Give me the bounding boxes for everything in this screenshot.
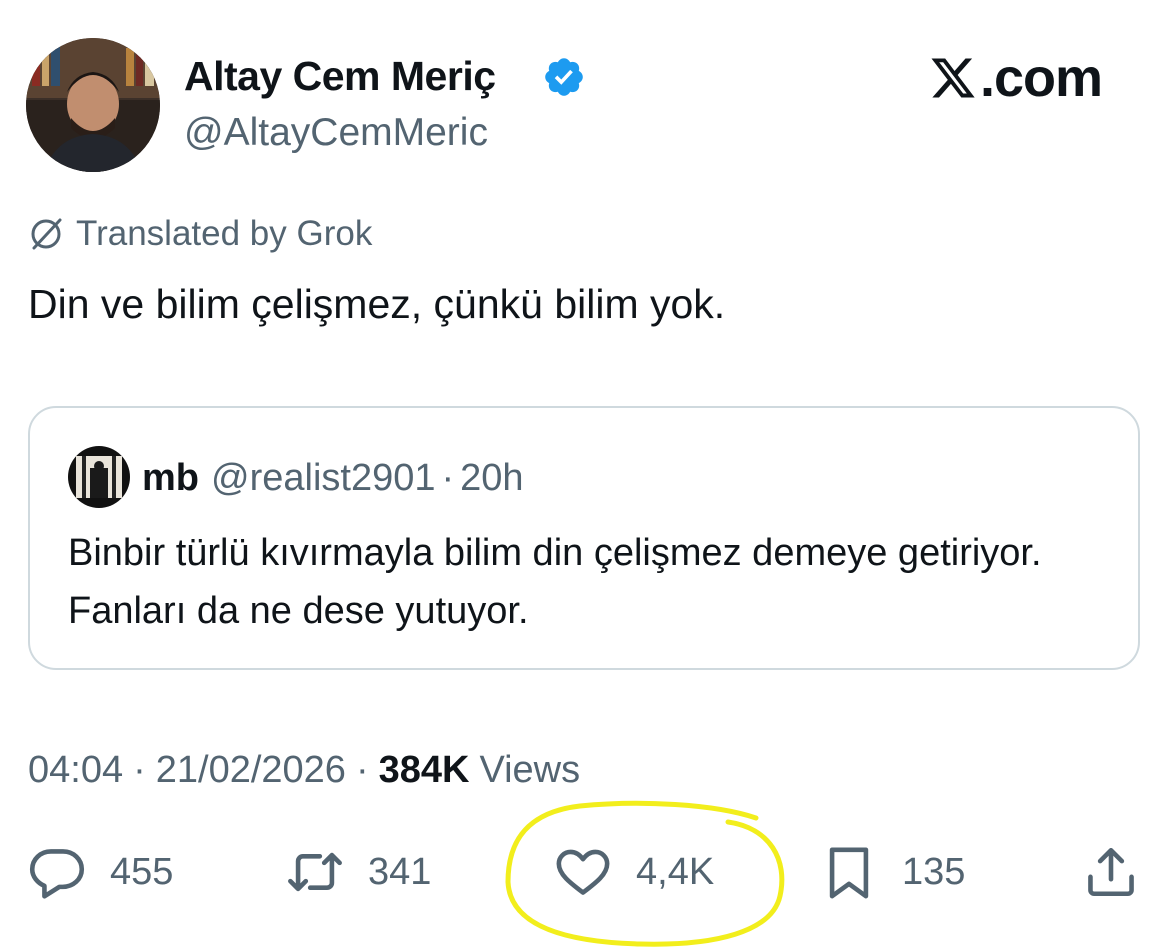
quoted-tweet-header: mb @realist2901 · 20h bbox=[142, 452, 524, 504]
translation-notice[interactable]: Translated by Grok bbox=[28, 212, 372, 256]
bookmark-icon bbox=[829, 847, 869, 899]
quoted-author-handle[interactable]: @realist2901 bbox=[211, 457, 435, 500]
reply-icon bbox=[29, 849, 85, 899]
separator-dot: · bbox=[133, 748, 146, 791]
separator-dot: · bbox=[355, 748, 369, 791]
translate-icon bbox=[31, 218, 62, 250]
separator-dot: · bbox=[441, 456, 455, 499]
quoted-author-avatar[interactable] bbox=[68, 446, 130, 508]
verified-badge-icon bbox=[542, 55, 586, 99]
quoted-tweet-time[interactable]: 20h bbox=[460, 457, 523, 500]
tweet-date[interactable]: 21/02/2026 bbox=[156, 749, 346, 792]
views-count[interactable]: 384K bbox=[379, 749, 470, 792]
author-display-name[interactable]: Altay Cem Meriç bbox=[184, 50, 496, 102]
quoted-tweet-text: Binbir türlü kıvırmayla bilim din çelişm… bbox=[68, 532, 1042, 632]
heart-icon bbox=[556, 849, 610, 895]
translation-label: Translated by Grok bbox=[76, 214, 373, 253]
share-button[interactable] bbox=[1082, 842, 1140, 902]
author-avatar[interactable] bbox=[26, 38, 160, 172]
tweet-meta: 04:04 · 21/02/2026 · 384K Views bbox=[28, 744, 580, 796]
repost-count: 341 bbox=[368, 850, 432, 893]
bookmark-button[interactable]: 135 bbox=[820, 842, 965, 902]
views-label: Views bbox=[479, 748, 581, 791]
share-icon bbox=[1088, 847, 1134, 897]
reply-count: 455 bbox=[110, 850, 174, 893]
repost-button[interactable]: 341 bbox=[286, 842, 431, 902]
like-button[interactable]: 4,4K bbox=[554, 842, 714, 902]
repost-icon bbox=[288, 852, 342, 892]
brand-text: .com bbox=[980, 48, 1103, 108]
tweet-text: Din ve bilim çelişmez, çünkü bilim yok. bbox=[28, 281, 726, 327]
bookmark-count: 135 bbox=[902, 850, 966, 893]
quoted-tweet-card[interactable]: mb @realist2901 · 20h Binbir türlü kıvır… bbox=[28, 406, 1140, 670]
x-logo-icon bbox=[931, 58, 975, 98]
author-handle[interactable]: @AltayCemMeric bbox=[184, 108, 488, 158]
reply-button[interactable]: 455 bbox=[28, 842, 173, 902]
tweet-time[interactable]: 04:04 bbox=[28, 749, 123, 792]
quoted-author-name[interactable]: mb bbox=[142, 457, 199, 500]
brand-watermark: .com bbox=[928, 48, 1103, 108]
like-count: 4,4K bbox=[636, 850, 715, 893]
